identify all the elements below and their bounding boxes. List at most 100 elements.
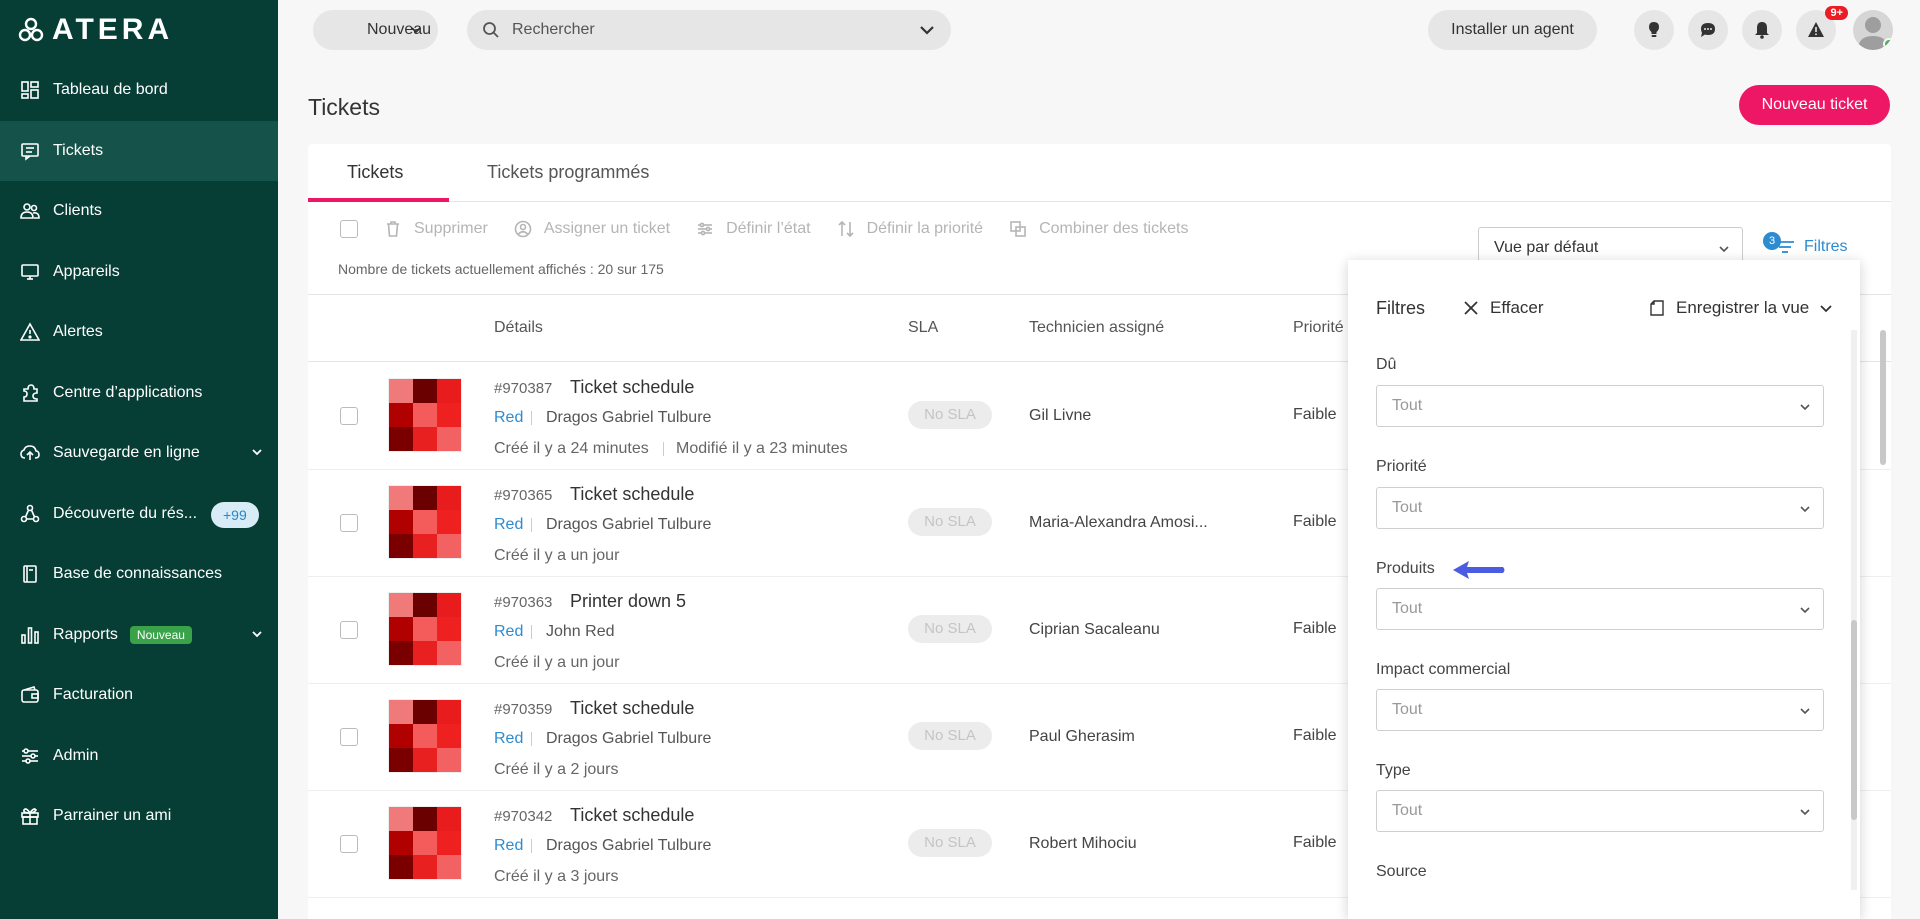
trash-icon (387, 221, 399, 237)
ticket-client[interactable]: Red (494, 730, 523, 748)
view-select-value: Vue par défaut (1494, 239, 1599, 256)
clear-filters-button[interactable]: Effacer (1462, 298, 1544, 318)
save-view-button[interactable]: Enregistrer la vue (1650, 298, 1833, 318)
client-logo (388, 699, 462, 773)
search-placeholder: Rechercher (512, 21, 595, 38)
sidebar-item-devices[interactable]: Appareils (0, 242, 278, 303)
ticket-contact: John Red (546, 623, 615, 640)
client-logo (388, 592, 462, 666)
sidebar-item-clients[interactable]: Clients (0, 181, 278, 242)
new-dropdown-button[interactable]: Nouveau (313, 10, 438, 50)
sidebar-item-refer[interactable]: Parrainer un ami (0, 786, 278, 847)
sidebar-item-label: Découverte du rés... (53, 504, 198, 522)
atera-logo[interactable]: ATERA (18, 13, 173, 46)
sidebar-item-app-center[interactable]: Centre d’applications (0, 363, 278, 424)
chevron-down-icon (1719, 246, 1729, 253)
col-sla[interactable]: SLA (908, 319, 938, 337)
lightbulb-button[interactable] (1634, 10, 1674, 50)
filter-select-type[interactable]: Tout (1376, 790, 1824, 832)
sidebar-item-billing[interactable]: Facturation (0, 665, 278, 726)
filter-select-priority[interactable]: Tout (1376, 487, 1824, 529)
network-icon (20, 504, 40, 524)
col-priority[interactable]: Priorité (1293, 319, 1344, 337)
chat-button[interactable] (1688, 10, 1728, 50)
col-details[interactable]: Détails (494, 319, 543, 337)
filter-select-value: Tout (1392, 397, 1423, 414)
sidebar-item-label: Alertes (53, 323, 103, 341)
col-technician[interactable]: Technicien assigné (1029, 319, 1164, 337)
sidebar-item-alerts[interactable]: Alertes (0, 302, 278, 363)
chevron-down-icon[interactable] (250, 627, 264, 641)
ticket-technician: Robert Mihociu (1029, 835, 1137, 852)
alerts-count-badge: 9+ (1825, 6, 1848, 20)
sidebar: ATERA Tableau de bord Tickets Clients Ap… (0, 0, 278, 919)
filters-toggle[interactable]: 3 Filtres (1763, 232, 1848, 256)
ticket-priority: Faible (1293, 727, 1337, 744)
set-priority-action[interactable]: Définir la priorité (837, 220, 983, 238)
sidebar-item-knowledge-base[interactable]: Base de connaissances (0, 544, 278, 605)
ticket-title[interactable]: Ticket schedule (570, 484, 694, 505)
filters-scrollbar[interactable] (1851, 330, 1857, 890)
ticket-title[interactable]: Ticket schedule (570, 805, 694, 826)
ticket-created: Créé il y a 2 jours (494, 761, 619, 778)
filter-label-priority: Priorité (1376, 458, 1427, 475)
ticket-client[interactable]: Red (494, 623, 523, 641)
ticket-title[interactable]: Ticket schedule (570, 377, 694, 398)
sla-badge: No SLA (908, 508, 992, 536)
sidebar-item-reports[interactable]: Rapports Nouveau (0, 605, 278, 666)
alerts-button[interactable]: 9+ (1796, 6, 1848, 50)
set-state-label: Définir l’état (726, 220, 811, 237)
annotation-arrow-icon (1453, 561, 1505, 579)
sidebar-item-tickets[interactable]: Tickets (0, 120, 278, 181)
sidebar-item-label: Sauvegarde en ligne (53, 444, 200, 462)
chevron-down-icon (411, 27, 421, 34)
notifications-button[interactable] (1742, 10, 1782, 50)
select-all-checkbox[interactable] (340, 220, 358, 238)
assign-label: Assigner un ticket (543, 220, 671, 237)
chevron-down-icon[interactable] (250, 445, 264, 459)
row-checkbox[interactable] (340, 835, 358, 853)
tab-tickets[interactable]: Tickets (347, 162, 403, 183)
sliders-icon (20, 746, 40, 766)
filter-select-business-impact[interactable]: Tout (1376, 689, 1824, 731)
search-input[interactable]: Rechercher (467, 10, 951, 50)
ticket-priority: Faible (1293, 620, 1337, 637)
ticket-created: Créé il y a un jour (494, 654, 620, 671)
sidebar-item-backup[interactable]: Sauvegarde en ligne (0, 423, 278, 484)
user-circle-icon (514, 220, 532, 238)
filter-select-due[interactable]: Tout (1376, 385, 1824, 427)
ticket-client[interactable]: Red (494, 516, 523, 534)
row-checkbox[interactable] (340, 728, 358, 746)
wallet-icon (20, 685, 40, 705)
filter-label-due: Dû (1376, 356, 1397, 373)
scrollbar-thumb[interactable] (1851, 620, 1857, 820)
sidebar-item-network-discovery[interactable]: Découverte du rés... +99 (0, 484, 278, 545)
sla-badge: No SLA (908, 615, 992, 643)
set-state-action[interactable]: Définir l’état (696, 220, 811, 238)
set-priority-label: Définir la priorité (866, 220, 984, 237)
user-avatar[interactable] (1853, 10, 1893, 50)
state-icon (698, 222, 713, 236)
search-icon (483, 22, 499, 38)
row-checkbox[interactable] (340, 514, 358, 532)
main-scrollbar[interactable] (1880, 330, 1886, 465)
install-agent-button[interactable]: Installer un agent (1428, 10, 1597, 50)
sidebar-item-label: Clients (53, 202, 102, 220)
tab-scheduled-tickets[interactable]: Tickets programmés (487, 162, 649, 183)
sidebar-item-dashboard[interactable]: Tableau de bord (0, 60, 278, 121)
delete-action[interactable]: Supprimer (384, 220, 488, 238)
ticket-title[interactable]: Printer down 5 (570, 591, 686, 612)
row-checkbox[interactable] (340, 621, 358, 639)
filter-select-products[interactable]: Tout (1376, 588, 1824, 630)
new-ticket-button[interactable]: Nouveau ticket (1739, 85, 1890, 125)
chevron-down-icon[interactable] (919, 23, 935, 37)
combine-action[interactable]: Combiner des tickets (1009, 220, 1188, 238)
chevron-down-icon (1800, 708, 1810, 715)
ticket-client[interactable]: Red (494, 837, 523, 855)
ticket-client[interactable]: Red (494, 409, 523, 427)
sidebar-item-admin[interactable]: Admin (0, 726, 278, 787)
row-checkbox[interactable] (340, 407, 358, 425)
ticket-icon (20, 141, 40, 161)
ticket-title[interactable]: Ticket schedule (570, 698, 694, 719)
assign-action[interactable]: Assigner un ticket (514, 220, 670, 238)
